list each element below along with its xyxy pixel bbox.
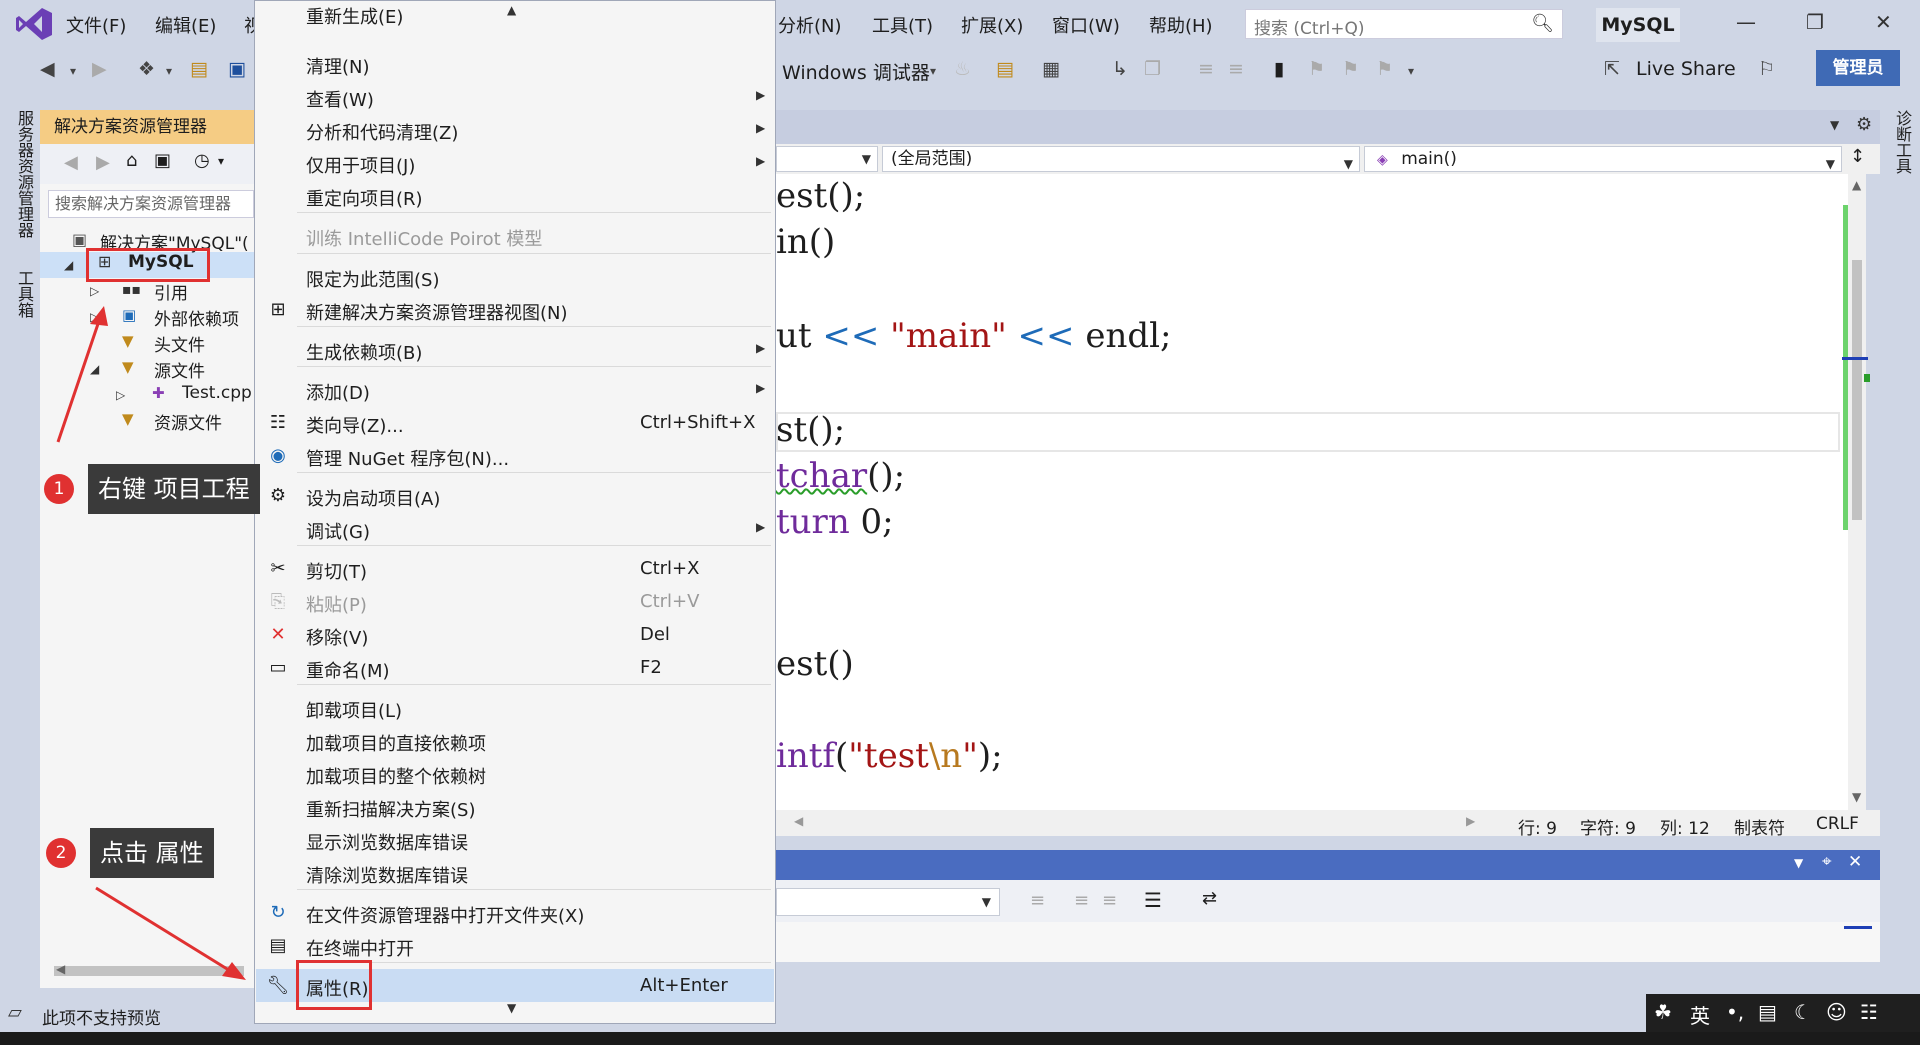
step-callout-1: 右键 项目工程 xyxy=(88,464,260,514)
step-callout-2: 点击 属性 xyxy=(90,828,214,878)
annotation-arrows xyxy=(56,306,246,980)
arrowhead xyxy=(90,306,108,326)
arrow-to-project xyxy=(56,317,102,443)
step-badge-1: 1 xyxy=(44,474,74,504)
arrowhead xyxy=(222,962,246,980)
arrow-to-properties xyxy=(95,886,233,974)
step-badge-2: 2 xyxy=(46,838,76,868)
